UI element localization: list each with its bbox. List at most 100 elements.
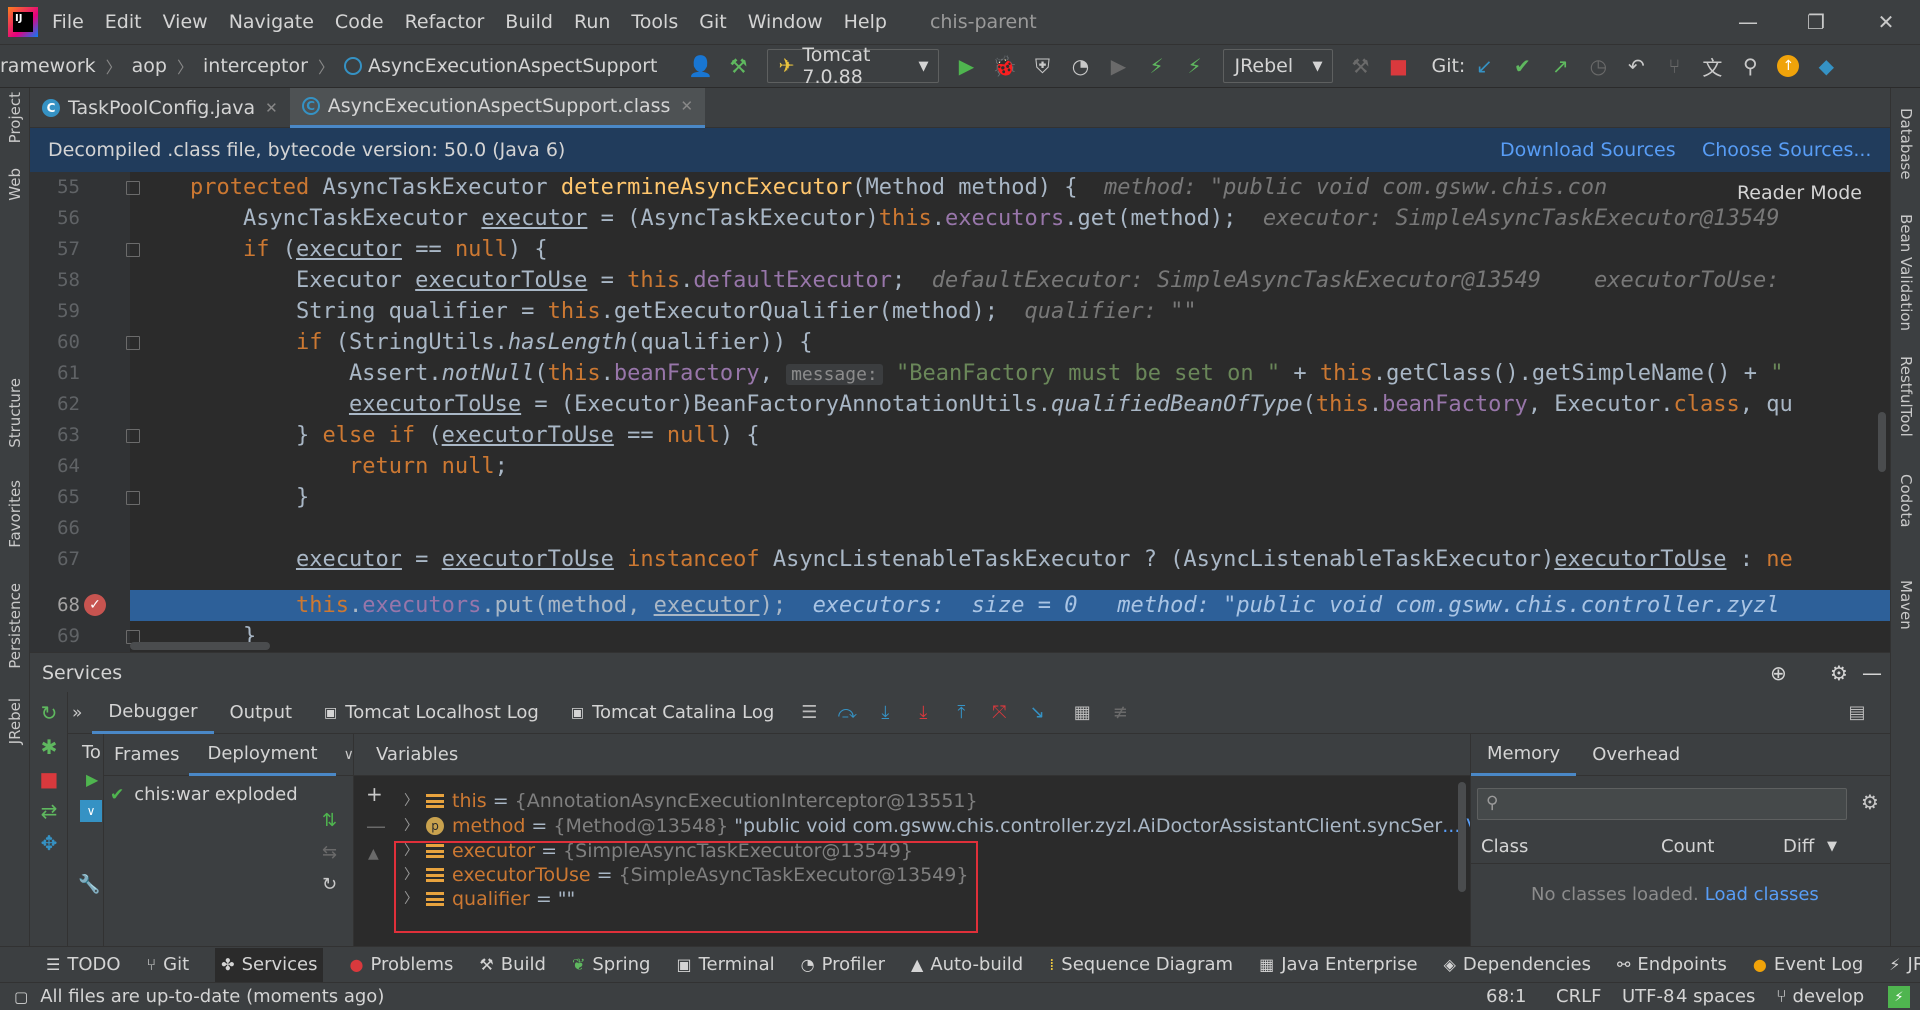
column-diff[interactable]: Diff <box>1783 836 1814 857</box>
tool-codota[interactable]: Codota <box>1897 474 1915 527</box>
step-over-button[interactable]: ⤼ <box>835 701 859 725</box>
tool-jrebel[interactable]: ⚡ JRebe <box>1889 954 1920 975</box>
vertical-scrollbar[interactable] <box>1878 412 1886 472</box>
git-history-button[interactable]: ◷ <box>1585 53 1611 79</box>
menu-window[interactable]: Window <box>748 11 823 33</box>
update-button[interactable]: ⚒ <box>1347 53 1373 79</box>
line-separator[interactable]: CRLF <box>1556 986 1601 1007</box>
tool-favorites[interactable]: Favorites <box>6 480 24 548</box>
horizontal-scrollbar[interactable] <box>130 642 270 650</box>
tab-memory[interactable]: Memory <box>1471 734 1577 776</box>
hide-panel-icon[interactable]: — <box>1862 661 1882 685</box>
chevron-down-icon[interactable]: ∨ <box>344 747 354 763</box>
close-tab-icon[interactable]: ✕ <box>680 97 693 115</box>
tool-persistence[interactable]: Persistence <box>6 583 24 669</box>
breadcrumb-item[interactable]: AsyncExecutionAspectSupport <box>368 55 658 77</box>
git-push-button[interactable]: ↗ <box>1547 53 1573 79</box>
tool-todo[interactable]: ☰ TODO <box>46 954 121 975</box>
jrebel-select[interactable]: JRebel ▼ <box>1223 49 1334 83</box>
fold-marker-icon[interactable] <box>126 491 140 505</box>
fold-marker-icon[interactable] <box>126 243 140 257</box>
branch-button[interactable]: ⑂ <box>1661 53 1687 79</box>
coverage-button[interactable]: ⛨ <box>1029 53 1055 79</box>
evaluate-button[interactable]: ▦ <box>1070 701 1094 725</box>
layout-settings-button[interactable]: ▤ <box>1845 701 1869 725</box>
threads-menu-button[interactable]: ☰ <box>797 701 821 725</box>
tool-services[interactable]: ✤ Services <box>215 947 324 982</box>
menu-file[interactable]: File <box>52 11 84 33</box>
expand-icon[interactable]: » <box>72 703 82 723</box>
tool-structure[interactable]: Structure <box>6 378 24 448</box>
restore-button[interactable]: ❐ <box>1786 0 1846 44</box>
step-out-button[interactable]: ⤒ <box>949 701 973 725</box>
tree-node-tomcat[interactable]: To <box>82 742 101 763</box>
tab-taskpoolconfig[interactable]: C TaskPoolConfig.java ✕ <box>30 88 290 128</box>
force-step-into-button[interactable]: ⤓ <box>911 701 935 725</box>
indent-setting[interactable]: 4 spaces <box>1676 986 1755 1007</box>
breadcrumb-item[interactable]: aop <box>132 55 167 77</box>
close-button[interactable]: ✕ <box>1856 0 1916 44</box>
tool-build[interactable]: ⚒ Build <box>479 954 546 975</box>
tab-frames[interactable]: Frames <box>104 734 189 776</box>
translate-button[interactable]: 文 <box>1699 53 1725 80</box>
tool-spring[interactable]: ❦ Spring <box>572 954 651 975</box>
run-button[interactable]: ▶ <box>953 53 979 79</box>
tool-terminal[interactable]: ▣ Terminal <box>676 954 774 975</box>
jrebel-run-button[interactable]: ⚡ <box>1143 53 1169 79</box>
update-app-button[interactable]: ⇄ <box>36 798 62 824</box>
tool-bean-validation[interactable]: Bean Validation <box>1897 214 1915 331</box>
menu-navigate[interactable]: Navigate <box>229 11 314 33</box>
tab-asyncexecutionaspectsupport[interactable]: C AsyncExecutionAspectSupport.class ✕ <box>289 87 706 128</box>
breadcrumb-item[interactable]: interceptor <box>203 55 308 77</box>
move-up-icon[interactable]: ▲ <box>368 846 379 862</box>
tool-maven[interactable]: Maven <box>1897 580 1915 630</box>
gear-icon[interactable]: ⚙ <box>1830 661 1848 685</box>
tab-tomcat-catalina-log[interactable]: ▣ Tomcat Catalina Log <box>555 692 790 734</box>
tab-output[interactable]: Output <box>214 692 309 734</box>
breakpoint-icon[interactable]: ✓ <box>84 594 106 616</box>
variables-scrollbar[interactable] <box>1458 782 1466 892</box>
tool-endpoints[interactable]: ⚯ Endpoints <box>1617 954 1727 975</box>
profile-button[interactable]: ◔ <box>1067 53 1093 79</box>
tool-git[interactable]: ⑂ Git <box>147 954 190 975</box>
column-class[interactable]: Class <box>1481 836 1528 857</box>
deployment-item[interactable]: ✔ chis:war exploded <box>104 776 353 813</box>
reader-mode-button[interactable]: Reader Mode <box>1730 182 1868 204</box>
gear-icon[interactable]: ⚙ <box>1861 790 1879 814</box>
run-to-cursor-button[interactable]: ↘ <box>1025 701 1049 725</box>
deploy-arrow-icon[interactable]: ⇅ <box>322 810 337 831</box>
tab-overhead[interactable]: Overhead <box>1576 734 1696 776</box>
trace-button[interactable]: ≢ <box>1108 701 1132 725</box>
menu-code[interactable]: Code <box>335 11 384 33</box>
menu-tools[interactable]: Tools <box>631 11 678 33</box>
user-icon[interactable]: 👤 <box>687 53 713 79</box>
rerun-button[interactable]: ↻ <box>36 700 62 726</box>
menu-git[interactable]: Git <box>699 11 726 33</box>
tool-problems[interactable]: ● Problems <box>349 954 453 975</box>
more-run-button[interactable]: ▶ <box>1105 53 1131 79</box>
tool-profiler[interactable]: ◔ Profiler <box>801 954 885 975</box>
jrebel-status-icon[interactable]: ⚡ <box>1888 986 1910 1008</box>
tool-project[interactable]: Project <box>6 92 24 143</box>
column-count[interactable]: Count <box>1661 836 1714 857</box>
code-editor[interactable]: 55 56 57 58 59 60 61 62 63 64 65 66 67 6… <box>30 172 1890 652</box>
updates-button[interactable]: ↑ <box>1775 53 1801 79</box>
file-encoding[interactable]: UTF-8 <box>1622 986 1674 1007</box>
tool-auto-build[interactable]: ▲ Auto-build <box>911 954 1023 975</box>
search-button[interactable]: ⚲ <box>1737 53 1763 79</box>
menu-edit[interactable]: Edit <box>105 11 142 33</box>
tool-jrebel[interactable]: JRebel <box>6 698 24 744</box>
wrench-icon[interactable]: 🔧 <box>78 874 100 895</box>
tool-database[interactable]: Database <box>1897 108 1915 180</box>
stop-button[interactable]: ■ <box>1385 53 1411 79</box>
tool-web[interactable]: Web <box>6 168 24 201</box>
breadcrumb-item[interactable]: ramework <box>0 55 96 77</box>
tab-tomcat-localhost-log[interactable]: ▣ Tomcat Localhost Log <box>308 692 555 734</box>
remove-watch-icon[interactable]: — <box>366 814 386 838</box>
step-into-button[interactable]: ⤓ <box>873 701 897 725</box>
tool-dependencies[interactable]: ◈ Dependencies <box>1444 954 1591 975</box>
collapse-icon[interactable]: ∨ <box>80 800 102 822</box>
rollback-button[interactable]: ↶ <box>1623 53 1649 79</box>
memory-search-input[interactable]: ⚲ <box>1477 788 1847 820</box>
jrebel-debug-button[interactable]: ⚡ <box>1181 53 1207 79</box>
